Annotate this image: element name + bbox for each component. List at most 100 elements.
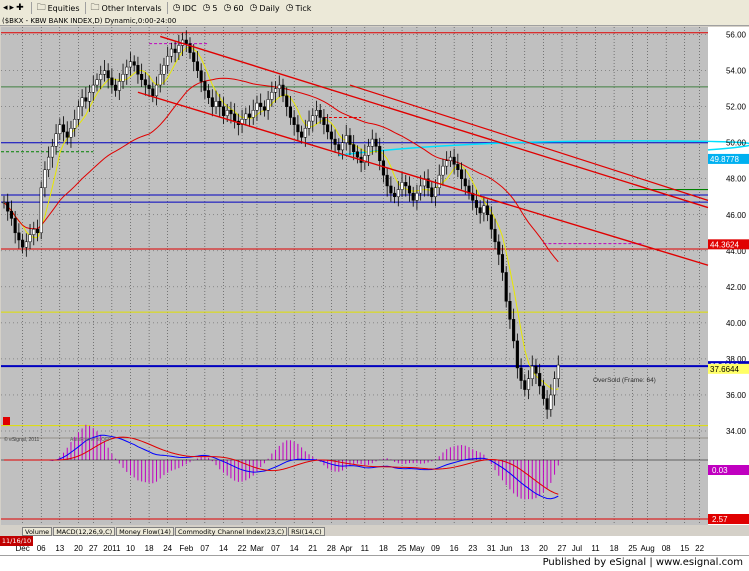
candle-body — [35, 228, 40, 234]
candle-body — [378, 146, 382, 161]
time-axis-label: 18 — [145, 544, 154, 553]
candle-body — [47, 156, 51, 170]
time-axis-label: Mar — [250, 544, 264, 553]
candle-body — [221, 106, 226, 116]
candle-body — [114, 84, 118, 91]
candle-body — [259, 102, 263, 107]
candle-body — [13, 218, 17, 234]
price-axis-label: 52.00 — [726, 103, 747, 112]
candle-body — [504, 272, 508, 302]
candle-body — [497, 241, 501, 255]
candle-body — [415, 192, 419, 201]
candle-body — [478, 207, 482, 214]
price-axis-label: 50.00 — [726, 139, 747, 148]
candle-body — [523, 380, 527, 390]
price-axis-label: 36.00 — [726, 391, 747, 400]
candle-body — [303, 128, 307, 138]
time-axis-label: 27 — [558, 544, 567, 553]
candle-body — [203, 81, 207, 91]
price-axis-label: 48.00 — [726, 175, 747, 184]
candle-body — [162, 64, 166, 75]
candle-body — [270, 92, 274, 100]
candle-body — [515, 340, 519, 369]
candle-body — [445, 160, 449, 167]
candle-body — [233, 113, 237, 122]
candle-body — [50, 146, 54, 158]
candle-body — [95, 79, 99, 86]
time-axis-label: 18 — [379, 544, 388, 553]
time-axis-label: 20 — [539, 544, 548, 553]
candle-body — [244, 113, 248, 120]
price-chart[interactable]: 56.0054.0052.0050.0048.0046.0044.0042.00… — [0, 0, 749, 570]
time-axis-label: Apr — [340, 544, 353, 553]
time-axis-label: 25 — [628, 544, 637, 553]
candle-body — [54, 133, 58, 147]
candle-body — [173, 48, 177, 53]
candle-body — [385, 174, 389, 187]
candle-body — [534, 365, 538, 374]
time-axis-label: 18 — [610, 544, 619, 553]
candle-body — [407, 185, 412, 194]
candle-body — [545, 398, 549, 410]
candle-body — [80, 97, 84, 107]
time-axis-label: 14 — [290, 544, 299, 553]
candle-body — [337, 144, 341, 151]
candle-body — [128, 61, 133, 68]
time-axis-label: 22 — [695, 544, 704, 553]
candle-body — [99, 73, 103, 80]
time-axis-label: Feb — [179, 544, 193, 553]
price-axis-label: 34.00 — [726, 427, 747, 436]
candle-body — [84, 97, 88, 102]
candle-body — [393, 192, 397, 198]
candle-body — [348, 135, 352, 145]
time-axis-label: 14 — [219, 544, 228, 553]
time-axis-label: 16 — [450, 544, 459, 553]
candle-body — [452, 156, 456, 165]
candle-body — [437, 174, 441, 189]
candle-body — [61, 124, 66, 133]
candle-body — [43, 169, 47, 189]
tab-cci[interactable]: Commodity Channel Index(23,C) — [174, 527, 288, 536]
time-axis-label: 08 — [662, 544, 671, 553]
time-axis-label: 28 — [327, 544, 336, 553]
candle-body — [143, 79, 147, 86]
time-axis-label: 24 — [163, 544, 172, 553]
candle-body — [456, 164, 460, 170]
price-axis-label: 40.00 — [726, 319, 747, 328]
time-axis-label: 31 — [487, 544, 496, 553]
tab-money-flow[interactable]: Money Flow(14) — [116, 527, 174, 536]
candle-body — [73, 119, 77, 129]
candle-body — [39, 187, 43, 234]
alert-marker — [3, 417, 10, 425]
candle-body — [367, 146, 371, 156]
candle-body — [251, 110, 255, 118]
tab-rsi[interactable]: RSI(14,C) — [288, 527, 325, 536]
candle-body — [441, 165, 445, 176]
candle-body — [9, 210, 13, 219]
candle-body — [549, 394, 553, 410]
candle-body — [374, 138, 378, 147]
candle-body — [76, 106, 80, 120]
candle-body — [389, 185, 393, 194]
candle-body — [326, 124, 330, 133]
candle-body — [136, 64, 140, 75]
time-axis-label: 15 — [680, 544, 689, 553]
candle-body — [396, 189, 400, 198]
candle-body — [556, 364, 560, 379]
indicator-pane-background — [1, 439, 708, 525]
candle-body — [448, 156, 452, 161]
time-axis-label: 10 — [126, 544, 135, 553]
time-axis-label: 13 — [55, 544, 64, 553]
tab-volume[interactable]: Volume — [22, 527, 53, 536]
candle-body — [404, 182, 408, 187]
candle-body — [158, 73, 162, 86]
footer-text: Published by eSignal | www.esignal.com — [542, 557, 743, 568]
candle-body — [314, 110, 319, 116]
copyright-label: © eSignal, 2011 — [4, 436, 40, 443]
candle-body — [225, 110, 229, 116]
tab-macd[interactable]: MACD(12,26,9,C) — [53, 527, 116, 536]
candle-body — [184, 39, 188, 44]
candle-body — [381, 160, 385, 176]
candle-body — [65, 131, 69, 138]
candle-body — [229, 110, 233, 115]
